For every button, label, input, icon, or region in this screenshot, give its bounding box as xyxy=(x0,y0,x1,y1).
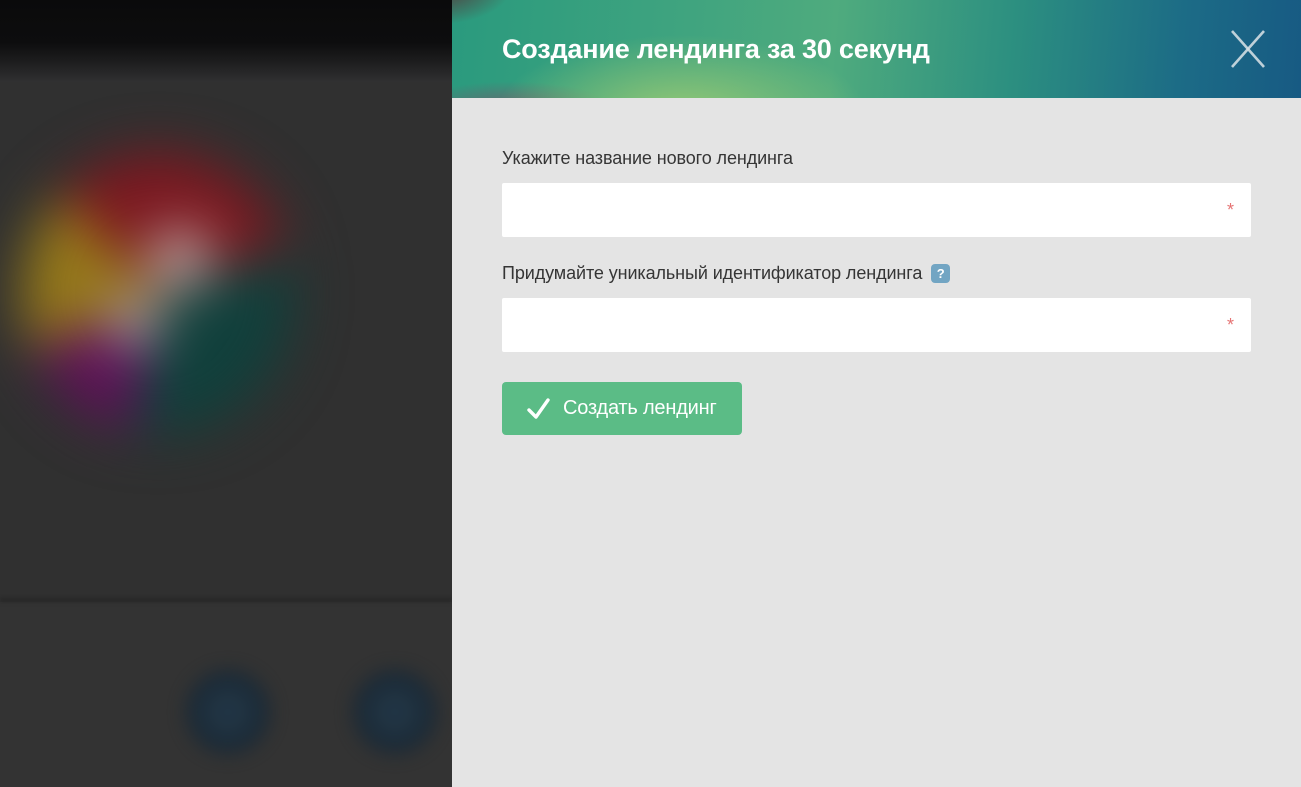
background-topbar xyxy=(0,0,452,82)
landing-name-label-text: Укажите название нового лендинга xyxy=(502,146,793,170)
landing-id-input[interactable] xyxy=(502,298,1251,352)
close-icon xyxy=(1229,28,1267,70)
field-group-landing-name: Укажите название нового лендинга * xyxy=(502,146,1251,237)
landing-id-label-text: Придумайте уникальный идентификатор ленд… xyxy=(502,261,922,285)
background-page xyxy=(0,0,452,787)
help-icon[interactable]: ? xyxy=(931,264,950,283)
check-icon xyxy=(527,398,550,419)
create-landing-modal: Создание лендинга за 30 секунд Укажите н… xyxy=(452,0,1301,787)
create-landing-button-label: Создать лендинг xyxy=(563,397,717,420)
blurred-pie-chart xyxy=(22,152,294,434)
landing-name-input-wrap: * xyxy=(502,183,1251,237)
background-action-button-2 xyxy=(353,670,437,754)
create-landing-button[interactable]: Создать лендинг xyxy=(502,382,742,435)
field-group-landing-id: Придумайте уникальный идентификатор ленд… xyxy=(502,261,1251,352)
modal-body: Укажите название нового лендинга * Приду… xyxy=(452,98,1301,435)
close-button[interactable] xyxy=(1225,24,1271,74)
landing-name-input[interactable] xyxy=(502,183,1251,237)
landing-name-label: Укажите название нового лендинга xyxy=(502,146,1251,170)
modal-header: Создание лендинга за 30 секунд xyxy=(452,0,1301,98)
landing-id-label: Придумайте уникальный идентификатор ленд… xyxy=(502,261,1251,285)
background-action-button-1 xyxy=(186,670,270,754)
page-root: Создание лендинга за 30 секунд Укажите н… xyxy=(0,0,1301,787)
landing-id-input-wrap: * xyxy=(502,298,1251,352)
modal-title: Создание лендинга за 30 секунд xyxy=(502,34,1225,65)
